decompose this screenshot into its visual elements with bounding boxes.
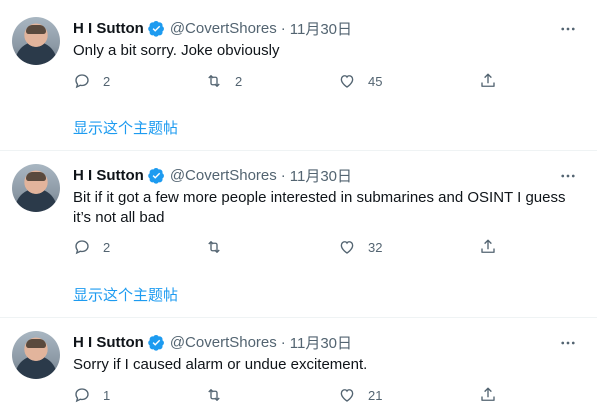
verified-badge-icon (148, 334, 164, 351)
reply-button[interactable]: 2 (73, 236, 110, 258)
like-count: 32 (368, 239, 383, 255)
tweet-actions: 2 32 (73, 236, 513, 258)
avatar[interactable] (12, 331, 60, 379)
more-options-icon[interactable] (559, 167, 577, 185)
like-button[interactable]: 21 (338, 384, 382, 406)
share-button[interactable] (479, 384, 497, 406)
tweet[interactable]: H I Sutton @CovertShores · 11月30日 Sorry … (0, 314, 597, 414)
author-name[interactable]: H I Sutton (73, 167, 144, 184)
like-icon (340, 389, 354, 402)
tweet-text-line: Sorry if I caused alarm or undue excitem… (73, 356, 368, 373)
reply-icon (75, 74, 89, 89)
tweet-actions: 1 21 (73, 384, 513, 406)
retweet-count: 2 (235, 73, 243, 89)
like-icon (340, 241, 354, 254)
author-handle[interactable]: @CovertShores (170, 334, 277, 351)
tweet-text: Bit if it got a few more people interest… (73, 188, 573, 228)
retweet-icon (208, 75, 220, 87)
like-count: 21 (368, 387, 383, 403)
retweet-button[interactable] (205, 236, 235, 258)
author-handle[interactable]: @CovertShores (170, 20, 277, 37)
tweet-header: H I Sutton @CovertShores · 11月30日 (73, 165, 352, 185)
verified-badge-icon (148, 167, 164, 184)
tweet-date[interactable]: 11月30日 (290, 165, 352, 186)
show-thread-link[interactable]: 显示这个主题帖 (73, 117, 178, 138)
reply-button[interactable]: 2 (73, 70, 110, 92)
reply-count: 2 (103, 239, 111, 255)
reply-count: 2 (103, 73, 111, 89)
reply-icon (75, 388, 89, 403)
like-icon (340, 75, 354, 88)
share-icon (481, 73, 495, 87)
separator-dot: · (280, 333, 286, 351)
retweet-icon (208, 389, 220, 401)
tweet-text: Only a bit sorry. Joke obviously (73, 41, 573, 61)
tweet-text-line: Only a bit sorry. Joke obviously (73, 42, 280, 59)
author-name[interactable]: H I Sutton (73, 20, 144, 37)
like-button[interactable]: 32 (338, 236, 382, 258)
more-options-icon[interactable] (559, 334, 577, 352)
like-button[interactable]: 45 (338, 70, 382, 92)
show-thread-link[interactable]: 显示这个主题帖 (73, 284, 178, 305)
tweet-text: Sorry if I caused alarm or undue excitem… (73, 355, 573, 375)
separator-dot: · (280, 19, 286, 37)
retweet-button[interactable]: 2 (205, 70, 242, 92)
reply-icon (75, 240, 89, 255)
tweet-date[interactable]: 11月30日 (290, 18, 352, 39)
retweet-button[interactable] (205, 384, 235, 406)
more-options-icon[interactable] (559, 20, 577, 38)
tweet-date[interactable]: 11月30日 (290, 332, 352, 353)
tweet-header: H I Sutton @CovertShores · 11月30日 (73, 332, 352, 352)
separator-dot: · (280, 166, 286, 184)
reply-button[interactable]: 1 (73, 384, 110, 406)
retweet-icon (208, 241, 220, 253)
author-name[interactable]: H I Sutton (73, 334, 144, 351)
verified-badge-icon (148, 20, 164, 37)
tweet-text-line: it’s not all bad (73, 209, 165, 226)
reply-count: 1 (103, 387, 111, 403)
tweet-header: H I Sutton @CovertShores · 11月30日 (73, 18, 352, 38)
tweet-text-line: Bit if it got a few more people interest… (73, 189, 566, 206)
like-count: 45 (368, 73, 383, 89)
tweet[interactable]: H I Sutton @CovertShores · 11月30日 Bit if… (0, 147, 597, 317)
avatar[interactable] (12, 17, 60, 65)
share-button[interactable] (479, 70, 497, 92)
share-icon (481, 239, 495, 253)
share-button[interactable] (479, 236, 497, 258)
author-handle[interactable]: @CovertShores (170, 167, 277, 184)
tweet[interactable]: H I Sutton @CovertShores · 11月30日 Only a… (0, 0, 597, 150)
tweet-actions: 2 2 45 (73, 70, 513, 92)
avatar[interactable] (12, 164, 60, 212)
share-icon (481, 387, 495, 401)
